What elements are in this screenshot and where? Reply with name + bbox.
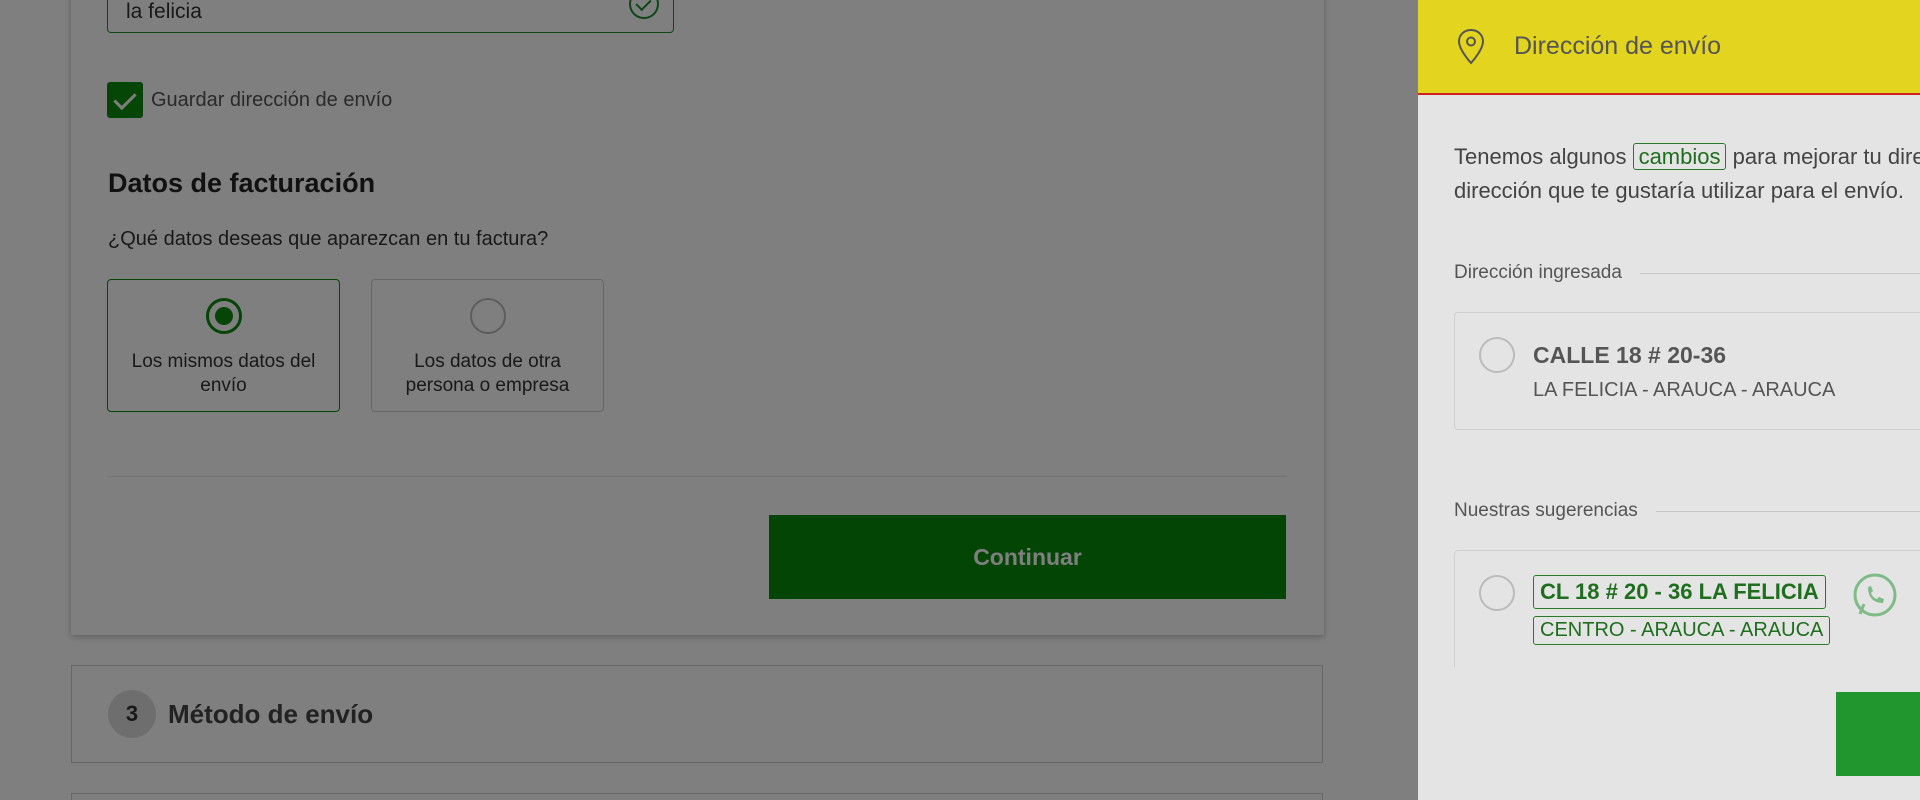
shipping-address-drawer: Dirección de envío Tenemos algunos cambi… — [1418, 0, 1920, 800]
suggested-address-line2: CENTRO - ARAUCA - ARAUCA — [1533, 616, 1831, 645]
entered-address-card[interactable]: CALLE 18 # 20-36 LA FELICIA - ARAUCA - A… — [1454, 312, 1920, 430]
drawer-title: Dirección de envío — [1514, 32, 1722, 60]
drawer-intro: Tenemos algunos cambios para mejorar tu … — [1454, 140, 1920, 208]
entered-address-radio[interactable] — [1479, 337, 1515, 373]
entered-address-line1: CALLE 18 # 20-36 — [1533, 342, 1727, 368]
suggestions-section-label: Nuestras sugerencias — [1454, 500, 1920, 522]
section-divider — [1655, 510, 1920, 512]
suggested-address-line1: CL 18 # 20 - 36 LA FELICIA — [1533, 575, 1826, 609]
location-pin-icon — [1457, 28, 1485, 64]
intro-text-before: Tenemos algunos — [1454, 144, 1633, 169]
section-divider — [1639, 272, 1920, 274]
drawer-footer — [1418, 667, 1920, 800]
confirm-address-button[interactable] — [1836, 692, 1920, 776]
suggestions-section-text: Nuestras sugerencias — [1454, 500, 1638, 521]
drawer-header: Dirección de envío — [1418, 0, 1920, 95]
entered-address-line2: LA FELICIA - ARAUCA - ARAUCA — [1533, 379, 1836, 401]
whatsapp-icon[interactable] — [1850, 570, 1900, 620]
entered-address-section-text: Dirección ingresada — [1454, 262, 1622, 283]
suggested-address-radio[interactable] — [1479, 575, 1515, 611]
entered-address-section-label: Dirección ingresada — [1454, 262, 1920, 284]
intro-highlight: cambios — [1632, 143, 1727, 170]
